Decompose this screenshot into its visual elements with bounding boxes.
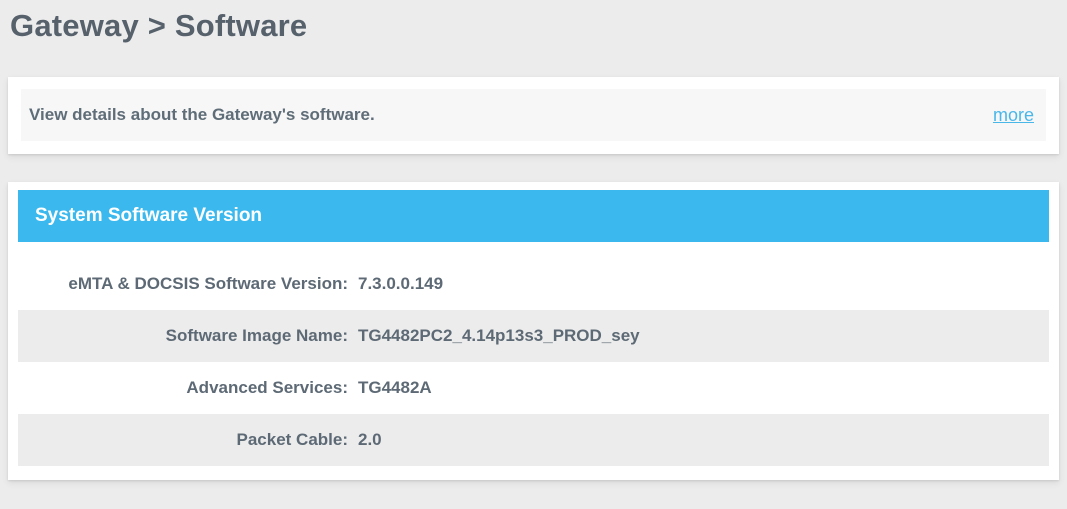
more-link[interactable]: more [993, 105, 1034, 126]
system-software-card: System Software Version eMTA & DOCSIS So… [8, 182, 1059, 480]
table-row: Software Image Name: TG4482PC2_4.14p13s3… [18, 310, 1049, 362]
page-title: Gateway > Software [10, 8, 308, 43]
description-card: View details about the Gateway's softwar… [8, 77, 1059, 154]
table-row: Advanced Services: TG4482A [18, 362, 1049, 414]
table-row: eMTA & DOCSIS Software Version: 7.3.0.0.… [18, 258, 1049, 310]
row-value: 7.3.0.0.149 [358, 274, 444, 293]
row-label: eMTA & DOCSIS Software Version: [68, 274, 348, 293]
row-value: TG4482PC2_4.14p13s3_PROD_sey [358, 326, 640, 345]
description-panel: View details about the Gateway's softwar… [21, 89, 1046, 141]
table-row: Packet Cable: 2.0 [18, 414, 1049, 466]
description-text: View details about the Gateway's softwar… [29, 105, 375, 124]
section-header-system-software-version: System Software Version [18, 190, 1049, 242]
row-label: Advanced Services: [186, 378, 348, 397]
rows-spacer [18, 242, 1049, 258]
row-label: Packet Cable: [236, 430, 349, 449]
row-label: Software Image Name: [165, 326, 348, 345]
row-value: 2.0 [358, 430, 382, 449]
row-value: TG4482A [358, 378, 432, 397]
